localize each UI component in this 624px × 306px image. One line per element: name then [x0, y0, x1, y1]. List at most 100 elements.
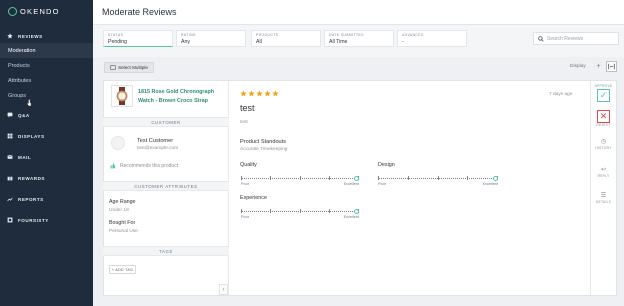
top-bar: Moderate Reviews: [93, 0, 624, 25]
trend-icon: [7, 197, 13, 202]
star-icon: [256, 90, 263, 97]
logo-mark-icon: [8, 7, 17, 16]
display-expand-button[interactable]: +: [593, 61, 604, 72]
logo-text: OKENDO: [20, 7, 60, 16]
check-icon[interactable]: ✓: [597, 89, 610, 102]
customer-header: CUSTOMER: [103, 117, 229, 127]
sidebar-item-groups[interactable]: Groups: [0, 88, 93, 103]
slider-tick: [299, 209, 301, 213]
filter-value: -: [402, 39, 404, 45]
slider-tick: [270, 176, 272, 180]
details-icon: ☰: [600, 193, 607, 199]
review-date: 7 days ago: [549, 92, 573, 97]
slider-value-dot: [354, 176, 359, 181]
sidebar-section-rewards[interactable]: REWARDS: [0, 171, 93, 185]
search-input[interactable]: Search Reviews: [533, 32, 619, 45]
reject-action[interactable]: ✕ REJECT: [590, 109, 617, 127]
sidebar-section-label: REVIEWS: [18, 33, 43, 39]
hand-cursor-icon: [27, 99, 32, 106]
filter-rating[interactable]: RATING Any: [176, 30, 246, 47]
collapse-button[interactable]: ‹: [219, 284, 228, 295]
filter-value: All Time: [329, 39, 348, 45]
filter-status[interactable]: STATUS Pending: [103, 30, 173, 47]
history-label: HISTORY: [595, 146, 612, 150]
customer-name: Test Customer: [137, 138, 174, 144]
sidebar-section-label: REPORTS: [18, 196, 44, 202]
bought-for-value: Personal Use: [109, 229, 138, 234]
details-action[interactable]: ☰ DETAILS: [590, 192, 617, 204]
quality-slider: Poor Excellent: [241, 174, 359, 186]
star-icon: [272, 90, 279, 97]
okendo-logo[interactable]: OKENDO: [8, 7, 60, 16]
recommends-text: Recommends this product: [120, 163, 179, 169]
customer-email: test@example.com: [137, 146, 179, 151]
star-icon: [240, 90, 247, 97]
slider-tick: [328, 209, 330, 213]
display-compact-button[interactable]: [606, 61, 617, 72]
slider-tick: [241, 176, 242, 180]
sidebar-item-products[interactable]: Products: [0, 58, 93, 73]
filter-value: All: [256, 39, 262, 45]
filter-advanced[interactable]: ADVANCED -: [397, 30, 467, 47]
avatar: [111, 136, 125, 150]
slider-tick: [407, 176, 409, 180]
select-multiple-label: Select Multiple: [118, 65, 148, 70]
select-icon: [110, 65, 116, 70]
bought-for-label: Bought For: [109, 220, 136, 226]
product-image[interactable]: [111, 85, 133, 107]
reply-action[interactable]: ↩ REPLY: [590, 166, 617, 178]
star-icon: [264, 90, 271, 97]
age-range-label: Age Range: [109, 199, 136, 205]
sidebar-item-label: Groups: [8, 92, 27, 99]
sidebar-item-attributes[interactable]: Attributes: [0, 73, 93, 88]
slider-tick: [378, 176, 379, 180]
star-icon: [248, 90, 255, 97]
sidebar-item-moderation[interactable]: Moderation: [0, 43, 93, 58]
filter-products[interactable]: PRODUCTS All: [251, 30, 321, 47]
sidebar-item-label: Products: [8, 62, 30, 69]
close-icon[interactable]: ✕: [597, 110, 610, 123]
filter-value: Pending: [108, 39, 128, 45]
sidebar-section-label: FOURSIXTY: [18, 217, 49, 223]
quality-label: Quality: [240, 162, 257, 168]
gift-icon: [7, 176, 13, 181]
experience-label: Experience: [240, 195, 267, 201]
sidebar-section-reports[interactable]: REPORTS: [0, 192, 93, 206]
sidebar-section-displays[interactable]: DISPLAYS: [0, 129, 93, 143]
slider-tick: [328, 176, 330, 180]
slider-min-label: Poor: [241, 215, 250, 219]
sidebar-section-mail[interactable]: MAIL: [0, 150, 93, 164]
design-label: Design: [378, 162, 395, 168]
design-slider: Poor Excellent: [378, 174, 498, 186]
filter-label: RATING: [181, 33, 196, 37]
chat-icon: [7, 112, 13, 118]
add-tag-button[interactable]: + ADD TAG: [109, 265, 136, 274]
experience-slider: Poor Excellent: [241, 207, 359, 219]
select-multiple-button[interactable]: Select Multiple: [104, 62, 154, 73]
star-rating: [240, 90, 279, 97]
sidebar-section-label: Q&A: [18, 112, 30, 118]
sidebar-section-reviews[interactable]: REVIEWS: [0, 29, 93, 43]
age-range-value: Under 18: [109, 208, 129, 213]
history-action[interactable]: ◷ HISTORY: [590, 138, 617, 150]
watch-icon: [116, 87, 128, 105]
filter-label: PRODUCTS: [256, 33, 279, 37]
details-label: DETAILS: [595, 200, 612, 204]
filter-date-submitted[interactable]: DATE SUBMITTED All Time: [324, 30, 394, 47]
sidebar: OKENDO REVIEWS Moderation Products Attri…: [0, 0, 93, 306]
history-icon: ◷: [600, 139, 607, 145]
review-body: test: [240, 120, 248, 125]
slider-max-label: Excellent: [482, 182, 498, 186]
sidebar-section-foursixty[interactable]: FOURSIXTY: [0, 213, 93, 227]
search-placeholder: Search Reviews: [547, 35, 584, 42]
slider-min-label: Poor: [378, 182, 387, 186]
sidebar-section-qa[interactable]: Q&A: [0, 108, 93, 122]
filter-label: STATUS: [108, 33, 124, 37]
approve-action[interactable]: APPROVE ✓: [590, 84, 617, 102]
product-name-link[interactable]: 1815 Rose Gold Chronograph Watch - Brown…: [138, 88, 226, 105]
mail-icon: [7, 155, 13, 159]
recommends-product: Recommends this product: [110, 163, 178, 169]
customer-attributes-header: CUSTOMER ATTRIBUTES: [103, 181, 229, 191]
slider-tick: [437, 176, 439, 180]
slider-value-dot: [354, 209, 359, 214]
